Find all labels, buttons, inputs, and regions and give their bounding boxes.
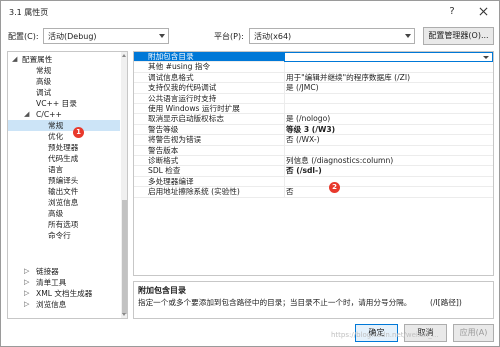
chevron-down-icon — [159, 34, 165, 38]
expander-closed-icon[interactable]: ▷ — [24, 288, 29, 299]
tree-item-browse-info[interactable]: 浏览信息 — [8, 197, 120, 208]
property-row[interactable]: 启用地址擦除系统 (实验性) 否 — [134, 187, 493, 198]
tree-scroll-thumb[interactable] — [122, 200, 127, 314]
scroll-up-icon[interactable] — [122, 54, 126, 57]
property-row[interactable]: 警告版本 — [134, 145, 493, 156]
close-button[interactable] — [475, 4, 491, 20]
tree-item-precompiled-headers[interactable]: 预编译头 — [8, 175, 120, 186]
title-bar: 3.1 属性页 ? — [1, 1, 499, 23]
expander-open-icon[interactable]: ◢ — [12, 54, 17, 65]
chevron-down-icon[interactable] — [483, 56, 489, 59]
property-row[interactable]: SDL 检查否 (/sdl-) — [134, 166, 493, 177]
configuration-manager-button[interactable]: 配置管理器(O)... — [423, 27, 494, 45]
tree-item-all-options[interactable]: 所有选项 — [8, 219, 120, 230]
configuration-row: 配置(C): 活动(Debug) 平台(P): 活动(x64) 配置管理器(O)… — [1, 26, 499, 46]
apply-button[interactable]: 应用(A) — [453, 324, 494, 342]
configuration-select[interactable]: 活动(Debug) — [43, 28, 169, 44]
tree-item-output-files[interactable]: 输出文件 — [8, 186, 120, 197]
tree-item-advanced[interactable]: 高级 — [8, 76, 120, 87]
property-row[interactable]: 多处理器编译 — [134, 176, 493, 188]
expander-closed-icon[interactable]: ▷ — [24, 299, 29, 310]
tree-item-optimization[interactable]: 优化 — [8, 131, 120, 142]
tree-item-debugging[interactable]: 调试 — [8, 87, 120, 98]
description-title: 附加包含目录 — [138, 286, 186, 295]
expander-closed-icon[interactable]: ▷ — [24, 277, 29, 288]
property-grid: 附加包含目录 其他 #using 指令 调试信息格式 用于"编辑并继续"的程序数据… — [133, 51, 494, 276]
tree-item-cpp-general[interactable]: 常规 — [8, 120, 120, 131]
tree-item-vc-directories[interactable]: VC++ 目录 — [8, 98, 120, 109]
property-row[interactable]: 警告等级 等级 3 (/W3) — [134, 124, 493, 136]
annotation-badge-2: 2 — [329, 182, 340, 193]
property-tree: ◢ 配置属性 常规 高级 调试 VC++ 目录 ◢ C/C++ 常规 优化 预处理器… — [7, 51, 128, 319]
property-row[interactable]: 取消显示启动版权标志是 (/nologo) — [134, 114, 493, 125]
property-row[interactable]: 使用 Windows 运行时扩展 — [134, 104, 493, 115]
property-row[interactable]: 将警告视为错误否 (/WX-) — [134, 135, 493, 146]
window-title: 3.1 属性页 — [9, 8, 49, 17]
tree-item-manifest-tool[interactable]: ▷ 清单工具 — [8, 277, 120, 288]
platform-label: 平台(P): — [214, 32, 244, 41]
platform-select[interactable]: 活动(x64) — [249, 28, 415, 44]
watermark: https://blog.csdn.net/weixin_... — [331, 331, 439, 339]
tree-item-xml-doc-generator[interactable]: ▷ XML 文档生成器 — [8, 288, 120, 299]
property-row[interactable]: 支持仅我的代码调试是 (/JMC) — [134, 83, 493, 94]
property-row[interactable]: 附加包含目录 — [134, 52, 493, 63]
tree-item-cpp[interactable]: ◢ C/C++ — [8, 109, 120, 120]
expander-closed-icon[interactable]: ▷ — [24, 266, 29, 277]
tree-item-linker[interactable]: ▷ 链接器 — [8, 266, 120, 277]
description-flag: (/I[路径]) — [430, 298, 462, 307]
tree-item-command-line[interactable]: 命令行 — [8, 230, 120, 241]
property-row[interactable]: 诊断格式 列信息 (/diagnostics:column) — [134, 156, 493, 167]
platform-value: 活动(x64) — [254, 32, 292, 41]
annotation-badge-1: 1 — [73, 127, 84, 138]
configuration-value: 活动(Debug) — [48, 32, 97, 41]
expander-open-icon[interactable]: ◢ — [24, 109, 29, 120]
tree-item-language[interactable]: 语言 — [8, 164, 120, 175]
tree-item-preprocessor[interactable]: 预处理器 — [8, 142, 120, 153]
description-text: 指定一个或多个要添加到包含路径中的目录；当目录不止一个时，请用分号分隔。 — [138, 298, 412, 307]
description-panel: 附加包含目录 指定一个或多个要添加到包含路径中的目录；当目录不止一个时，请用分号… — [133, 281, 494, 319]
scroll-down-icon[interactable] — [122, 313, 126, 316]
property-row[interactable]: 其他 #using 指令 — [134, 62, 493, 73]
tree-item-config-properties[interactable]: ◢ 配置属性 — [8, 54, 120, 65]
tree-item-cpp-advanced[interactable]: 高级 — [8, 208, 120, 219]
property-row[interactable]: 调试信息格式 用于"编辑并继续"的程序数据库 (/ZI) — [134, 72, 493, 84]
close-icon — [479, 7, 487, 16]
property-row[interactable]: 公共语言运行时支持 — [134, 93, 493, 104]
tree-item-browse-information[interactable]: ▷ 浏览信息 — [8, 299, 120, 310]
help-button[interactable]: ? — [445, 5, 459, 19]
tree-item-code-generation[interactable]: 代码生成 — [8, 153, 120, 164]
tree-scrollbar[interactable] — [121, 52, 127, 318]
property-value-input[interactable] — [284, 52, 493, 62]
configuration-label: 配置(C): — [8, 32, 39, 41]
chevron-down-icon — [405, 34, 411, 38]
tree-item-general[interactable]: 常规 — [8, 65, 120, 76]
properties-dialog: 3.1 属性页 ? 配置(C): 活动(Debug) 平台(P): 活动(x64… — [0, 0, 500, 347]
